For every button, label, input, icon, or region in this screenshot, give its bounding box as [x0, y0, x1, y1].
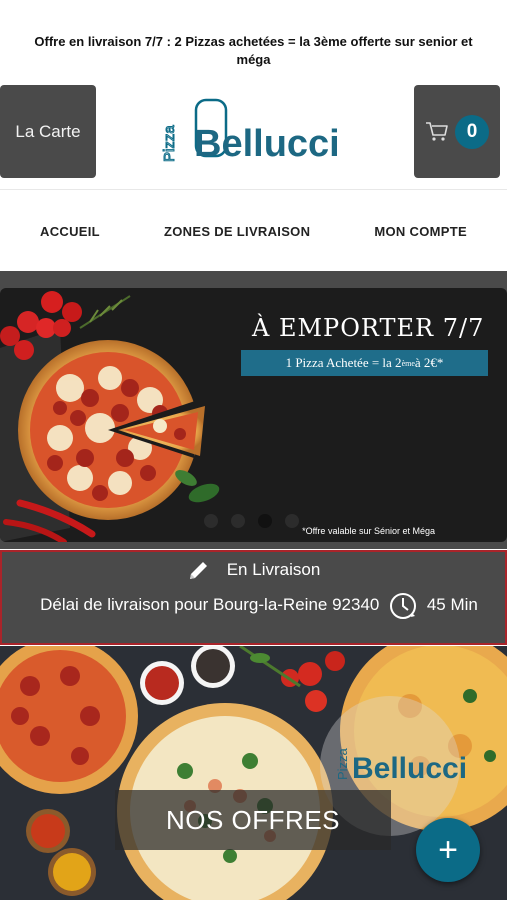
logo[interactable]: Pizza Bellucci — [160, 96, 350, 166]
logo-big-text: Bellucci — [194, 123, 340, 165]
nav-item-zones-de-livraison[interactable]: ZONES DE LIVRAISON — [164, 224, 310, 239]
clock-icon — [390, 592, 417, 619]
hero-section: À EMPORTER 7/7 1 Pizza Achetée = la 2 ème… — [0, 271, 507, 549]
carousel-dot[interactable] — [231, 514, 245, 528]
delivery-delay-unit: Min — [450, 595, 478, 614]
carousel-dot-active[interactable] — [258, 514, 272, 528]
delivery-delay-value: 45 — [426, 595, 446, 614]
delivery-mode: En Livraison — [226, 560, 321, 579]
nav-item-accueil[interactable]: ACCUEIL — [40, 224, 100, 239]
delivery-delay-text: Délai de livraison pour Bourg-la-Reine 9… — [40, 595, 380, 614]
hero-footnote: *Offre valable sur Sénior et Méga — [302, 526, 435, 536]
delivery-info: En Livraison Délai de livraison pour Bou… — [0, 550, 507, 645]
cart-icon — [426, 121, 448, 141]
hero-subtitle-pre: 1 Pizza Achetée = la 2 — [285, 355, 402, 370]
header: La Carte Pizza Bellucci 0 — [0, 82, 507, 190]
offers-logo-small: Pizza — [335, 747, 350, 780]
hero-subtitle: 1 Pizza Achetée = la 2 ème à 2€* — [241, 350, 488, 376]
carousel-dot[interactable] — [204, 514, 218, 528]
offers-label: NOS OFFRES — [115, 790, 391, 850]
hero-carousel[interactable]: À EMPORTER 7/7 1 Pizza Achetée = la 2 ème… — [0, 288, 507, 542]
delivery-delay: Délai de livraison pour Bourg-la-Reine 9… — [24, 590, 494, 621]
hero-subtitle-post: à 2€* — [414, 355, 444, 370]
hero-subtitle-sup: ème — [401, 358, 415, 368]
add-fab-button[interactable]: + — [416, 818, 480, 882]
logo-graphic: Pizza Bellucci — [161, 98, 340, 165]
delivery-mode-row[interactable]: En Livraison — [2, 558, 505, 582]
promo-banner: Offre en livraison 7/7 : 2 Pizzas acheté… — [0, 0, 507, 80]
menu-button[interactable]: La Carte — [0, 85, 96, 178]
plus-icon: + — [438, 830, 458, 869]
logo-small-text: Pizza — [161, 125, 178, 162]
nav-item-mon-compte[interactable]: MON COMPTE — [374, 224, 467, 239]
main-nav: ACCUEIL ZONES DE LIVRAISON MON COMPTE — [0, 191, 507, 271]
carousel-dots — [204, 514, 299, 528]
cart-button[interactable]: 0 — [414, 85, 500, 178]
pencil-icon — [189, 562, 207, 579]
offers-banner[interactable]: Pizza Bellucci NOS OFFRES + — [0, 646, 507, 900]
carousel-dot[interactable] — [285, 514, 299, 528]
promo-text: Offre en livraison 7/7 : 2 Pizzas acheté… — [34, 34, 473, 67]
hero-title: À EMPORTER 7/7 — [252, 314, 485, 342]
cart-count-badge: 0 — [455, 114, 489, 149]
menu-button-label: La Carte — [15, 121, 81, 141]
offers-logo-big: Bellucci — [352, 752, 467, 785]
